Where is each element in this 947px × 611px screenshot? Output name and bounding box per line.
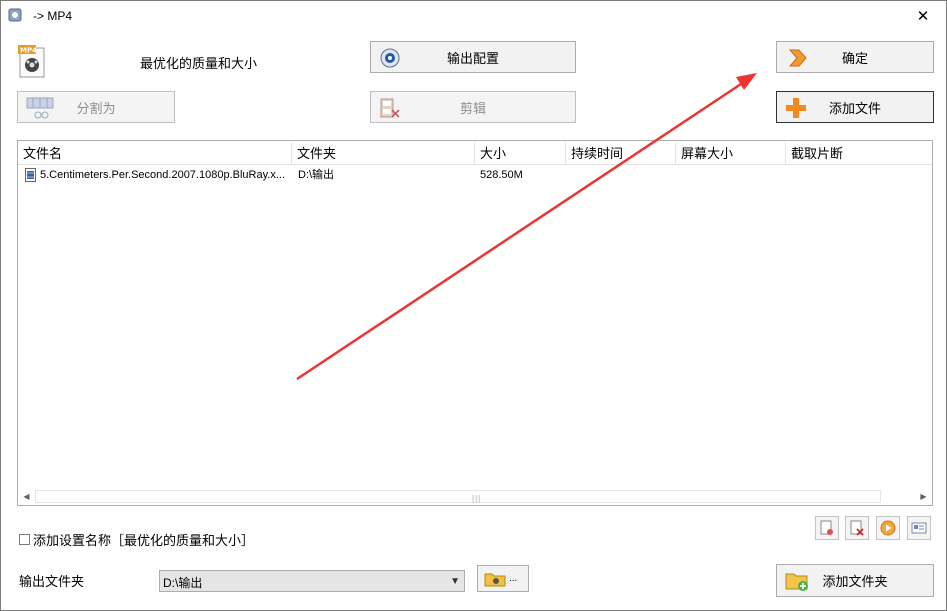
clear-list-button[interactable]: [845, 516, 869, 540]
play-button[interactable]: [876, 516, 900, 540]
table-row[interactable]: 5.Centimeters.Per.Second.2007.1080p.BluR…: [18, 166, 932, 184]
chevron-down-icon: ▼: [450, 576, 460, 587]
cell-size: 528.50M: [480, 169, 523, 181]
scroll-left-button[interactable]: ◀: [18, 488, 35, 505]
add-folder-label: 添加文件夹: [822, 574, 888, 589]
horizontal-scrollbar[interactable]: ◀ ||| ▶: [18, 488, 932, 505]
mp4-file-icon: MP4: [18, 45, 45, 78]
ok-label: 确定: [841, 50, 868, 66]
video-file-icon: [25, 168, 36, 182]
file-table[interactable]: 文件名 文件夹 大小 持续时间 屏幕大小 截取片断 5.Centimeters.…: [17, 140, 933, 506]
annotation-arrow-head: [736, 73, 757, 90]
add-file-label: 添加文件: [828, 100, 881, 116]
cell-filename: 5.Centimeters.Per.Second.2007.1080p.BluR…: [40, 169, 285, 181]
file-info-button[interactable]: [907, 516, 931, 540]
cell-folder: D:\输出: [298, 169, 335, 181]
ok-button[interactable]: 确定: [776, 41, 934, 73]
browse-dots: ...: [509, 573, 518, 584]
column-header-screen-size[interactable]: 屏幕大小: [676, 142, 786, 165]
info-card-icon: [911, 522, 927, 534]
add-file-button[interactable]: 添加文件: [776, 91, 934, 123]
folder-camera-icon: [484, 573, 506, 587]
delete-file-icon: [850, 520, 864, 536]
add-setting-name-option[interactable]: 添加设置名称［最优化的质量和大小］: [19, 530, 254, 549]
column-header-filename[interactable]: 文件名: [18, 142, 292, 165]
app-icon: [8, 8, 22, 22]
triangle-left-icon: ◀: [23, 492, 30, 501]
add-setting-name-label: 添加设置名称［最优化的质量和大小］: [33, 533, 255, 548]
remove-file-icon: [820, 520, 833, 535]
column-header-size[interactable]: 大小: [475, 142, 566, 165]
title-bar: -> MP4 ✕: [1, 1, 946, 31]
close-button[interactable]: ✕: [900, 1, 946, 31]
output-config-button[interactable]: 输出配置: [370, 41, 576, 73]
close-icon: ✕: [916, 8, 930, 25]
window-title: -> MP4: [33, 9, 73, 23]
converter-window: -> MP4 ✕ MP4 最优化的质量和大小 输出配置 确定 分割为 剪辑 添加…: [0, 0, 947, 611]
output-folder-select[interactable]: D:\输出 ▼: [159, 570, 465, 592]
edit-label: 剪辑: [459, 100, 486, 116]
output-folder-value: D:\输出: [163, 576, 203, 590]
svg-text:MP4: MP4: [20, 47, 37, 55]
play-icon: [880, 520, 896, 536]
scrollbar-grip[interactable]: |||: [472, 494, 481, 503]
table-header: 文件名 文件夹 大小 持续时间 屏幕大小 截取片断: [18, 142, 932, 165]
cell-clip: [791, 166, 931, 184]
cell-duration: [571, 166, 675, 184]
triangle-right-icon: ▶: [920, 492, 927, 501]
split-label: 分割为: [76, 100, 116, 116]
add-folder-button[interactable]: 添加文件夹: [776, 564, 934, 597]
edit-button[interactable]: 剪辑: [370, 91, 576, 123]
column-header-folder[interactable]: 文件夹: [292, 142, 475, 165]
scrollbar-track[interactable]: |||: [35, 490, 881, 503]
cell-screen-size: [681, 166, 785, 184]
scroll-right-button[interactable]: ▶: [915, 488, 932, 505]
column-header-clip[interactable]: 截取片断: [786, 142, 932, 165]
output-folder-label: 输出文件夹: [19, 574, 85, 589]
split-button[interactable]: 分割为: [17, 91, 175, 123]
remove-file-button[interactable]: [815, 516, 839, 540]
preset-name: 最优化的质量和大小: [140, 56, 258, 71]
column-header-duration[interactable]: 持续时间: [566, 142, 676, 165]
browse-folder-button[interactable]: ...: [477, 565, 529, 592]
output-config-label: 输出配置: [446, 50, 499, 66]
add-setting-name-checkbox[interactable]: [19, 534, 30, 545]
